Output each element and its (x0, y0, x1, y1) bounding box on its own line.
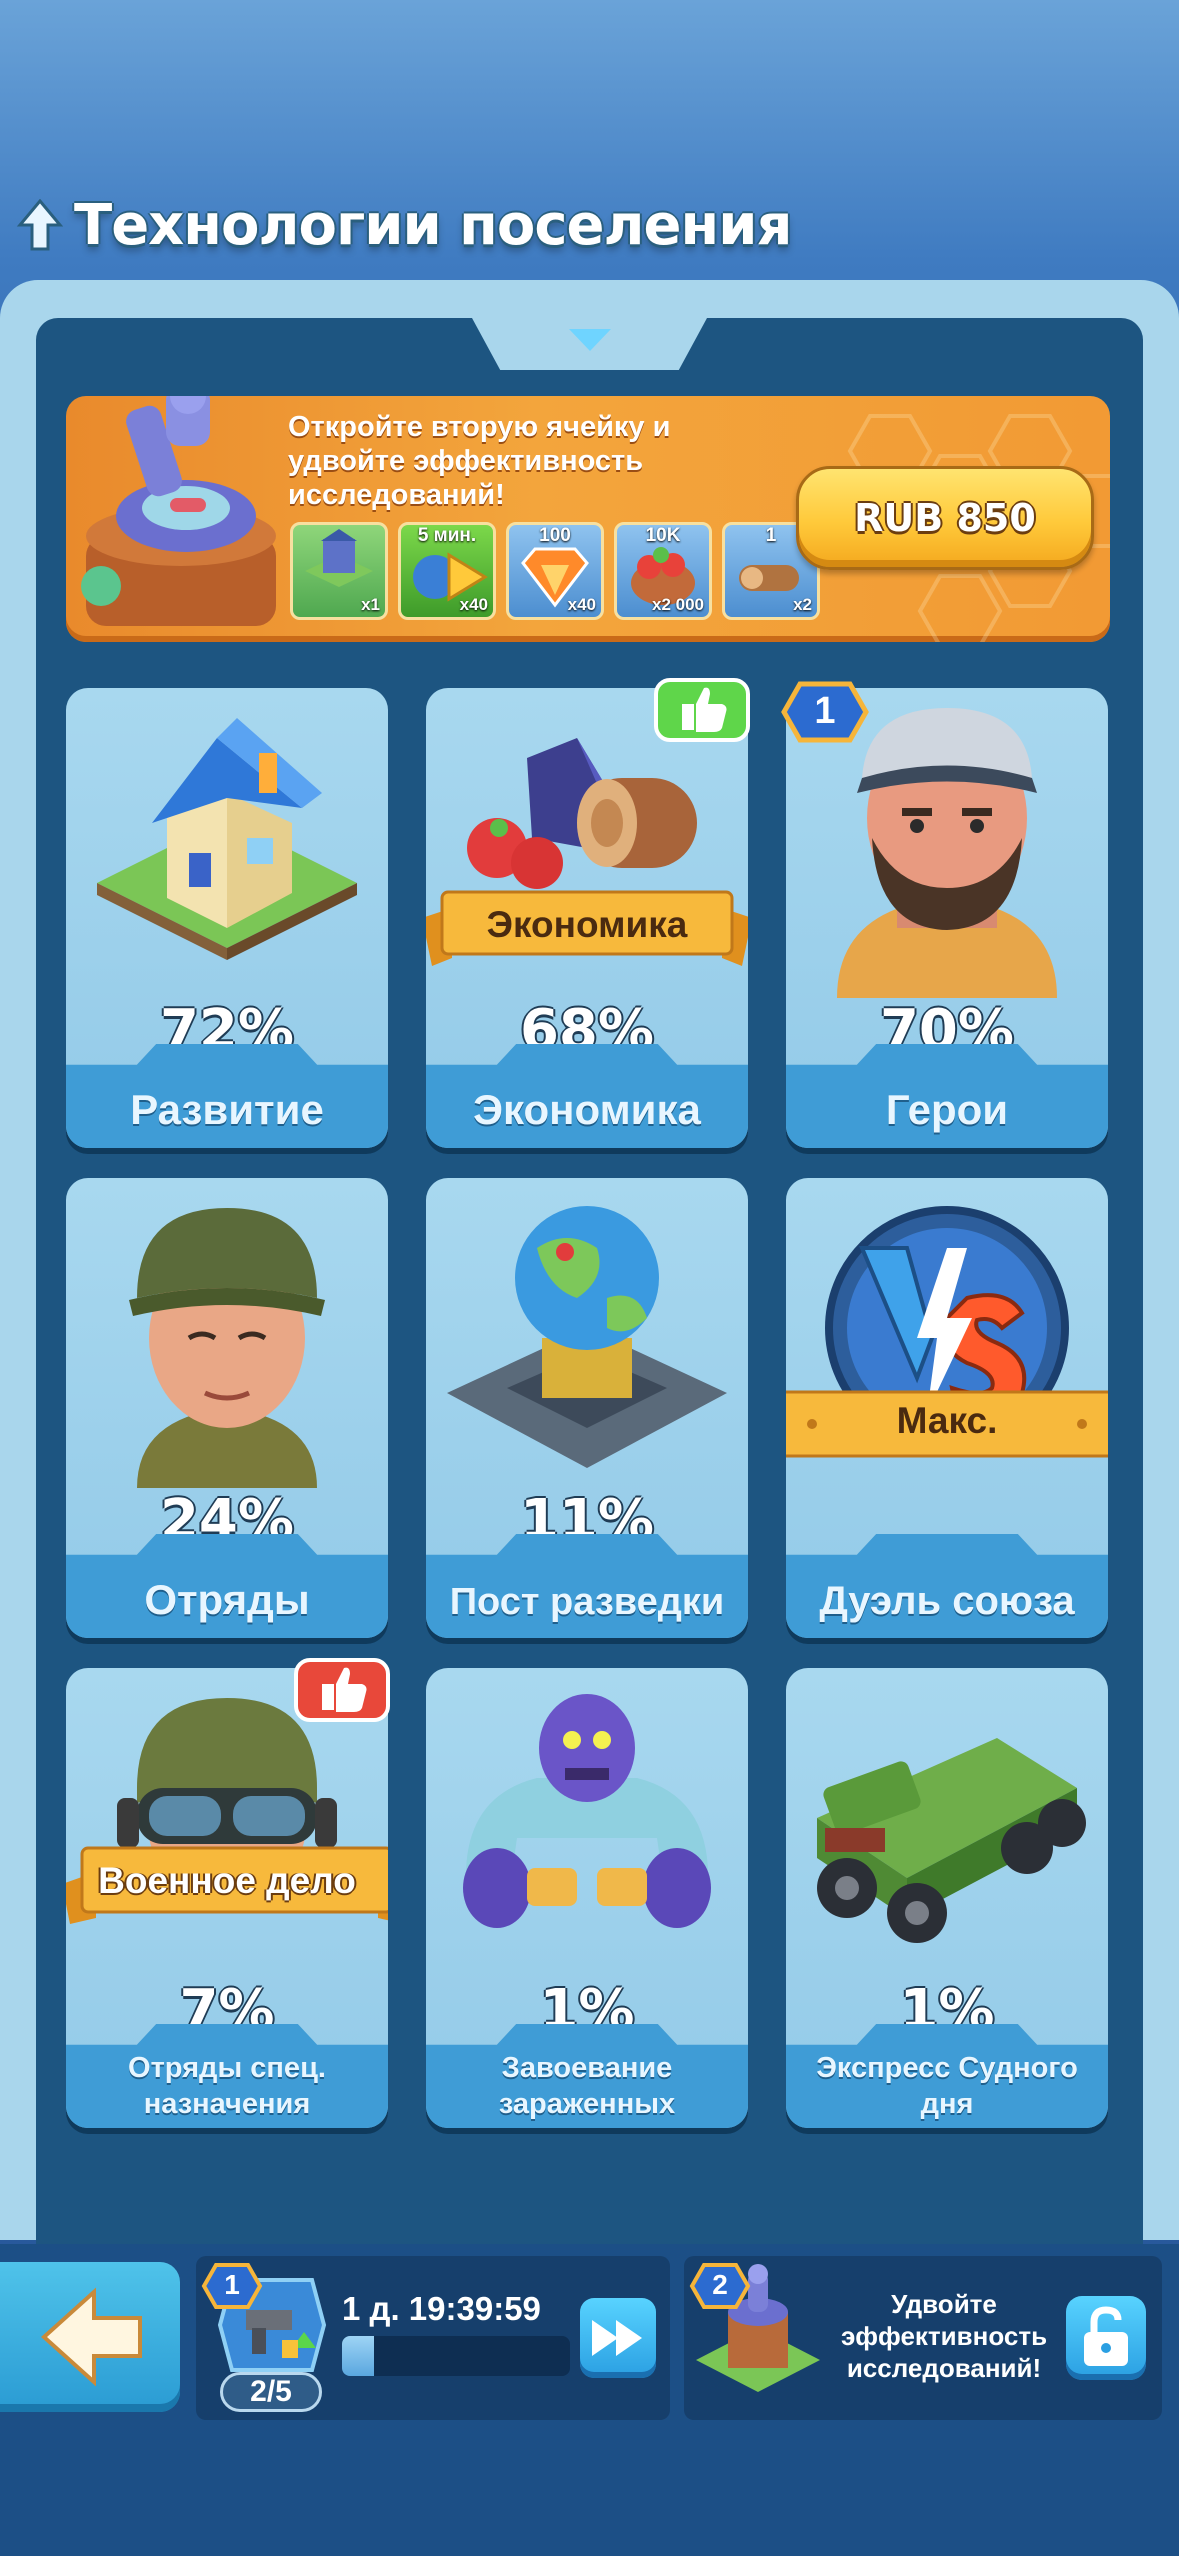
gem-reward[interactable]: 100 x40 (506, 522, 604, 620)
reward-list: x1 5 мин. x40 100 x40 10K x2 000 1 x2 (290, 522, 835, 626)
research-progress-fill (342, 2336, 374, 2376)
tech-card-label: Пост разведки (449, 1581, 725, 1623)
tech-card-economy[interactable]: Экономика 68% Экономика (426, 688, 748, 1148)
speedup-reward[interactable]: 5 мин. x40 (398, 522, 496, 620)
research-offer-banner[interactable]: Откройте вторую ячейку и удвойте эффекти… (66, 396, 1110, 642)
house-icon (97, 718, 357, 960)
slot-count: 2/5 (220, 2372, 322, 2412)
tech-card-label: Экономика (473, 1086, 701, 1133)
tech-card-label: Развитие (130, 1086, 324, 1133)
second-slot-badge: 2 (688, 2262, 752, 2310)
building-reward[interactable]: x1 (290, 522, 388, 620)
tech-card-label: Завоевание зараженных (498, 2052, 676, 2120)
fast-forward-icon (592, 2320, 642, 2356)
microscope-art (81, 396, 276, 626)
offer-description: Откройте вторую ячейку и удвойте эффекти… (288, 411, 671, 511)
ribbon-label: Экономика (486, 904, 688, 945)
tech-card-troops[interactable]: 24% Отряды (66, 1178, 388, 1638)
tech-card-development[interactable]: 72% Развитие (66, 688, 388, 1148)
research-progress-bar (342, 2336, 570, 2376)
buy-offer-button[interactable]: RUB 850 (796, 466, 1094, 570)
tech-card-special-forces[interactable]: Военное дело 7% Отряды спец. назначения (66, 1668, 388, 2128)
soldier-icon (129, 1208, 325, 1488)
tech-card-alliance-duel[interactable]: Макс. Дуэль союза (786, 1178, 1108, 1638)
queue-slot-badge: 1 (200, 2262, 264, 2310)
tech-card-label: Герои (885, 1086, 1009, 1133)
tech-card-label: Отряды (144, 1576, 310, 1623)
header: Технологии поселения (16, 190, 792, 260)
unlock-button[interactable] (1066, 2296, 1146, 2380)
tech-card-scout-post[interactable]: 11% Пост разведки (426, 1178, 748, 1638)
double-research-text: Удвойте эффективность исследований! (840, 2289, 1048, 2383)
tech-card-label: Экспресс Судного дня (816, 2052, 1078, 2120)
speed-up-button[interactable] (580, 2298, 656, 2378)
globe-station-icon (447, 1206, 727, 1468)
tree-icon (16, 199, 64, 251)
tech-card-label: Отряды спец. назначения (128, 2052, 326, 2120)
thumbs-up-icon (654, 678, 750, 742)
thumbs-up-icon (294, 1658, 390, 1722)
back-button[interactable] (0, 2262, 180, 2412)
zombie-icon (463, 1694, 711, 1928)
food-reward[interactable]: 10K x2 000 (614, 522, 712, 620)
ribbon-label: Военное дело (98, 1860, 356, 1901)
chevron-down-icon[interactable] (565, 325, 615, 355)
lock-icon (1084, 2306, 1128, 2366)
tech-card-label: Дуэль союза (819, 1579, 1075, 1623)
max-label: Макс. (896, 1400, 998, 1441)
arrow-left-icon (41, 2287, 142, 2387)
truck-icon (817, 1738, 1086, 1943)
tech-card-heroes[interactable]: 70% Герои (786, 688, 1108, 1148)
page-title: Технологии поселения (74, 192, 792, 258)
tech-card-doomsday-express[interactable]: 1% Экспресс Судного дня (786, 1668, 1108, 2128)
tech-card-conquer-infected[interactable]: 1% Завоевание зараженных (426, 1668, 748, 2128)
research-timer: 1 д. 19:39:59 (342, 2290, 541, 2327)
level-badge: 1 (780, 680, 870, 744)
